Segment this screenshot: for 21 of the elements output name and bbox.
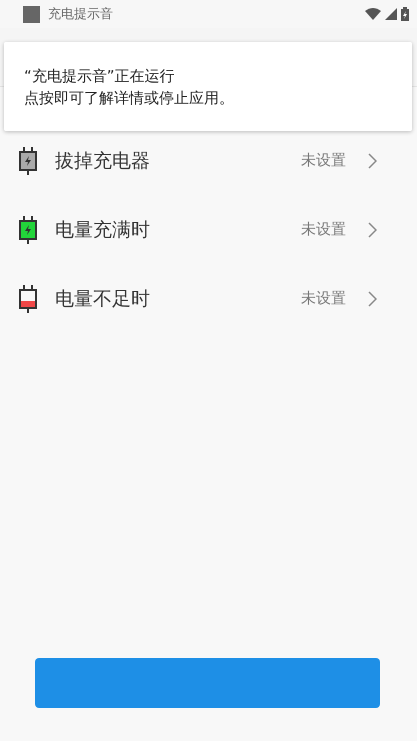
setting-label[interactable]: 拔掉充电器 [55, 148, 301, 174]
setting-value: 未设置 [301, 220, 346, 239]
battery-icon [18, 216, 38, 244]
battery-icon [18, 284, 38, 312]
setting-value: 未设置 [301, 289, 346, 308]
notification-title: “充电提示音”正在运行 [24, 66, 176, 87]
chevron-icon [368, 152, 377, 168]
notification-card[interactable]: “充电提示音”正在运行 点按即可了解详情或停止应用。 [4, 42, 412, 131]
setting-label[interactable]: 电量不足时 [55, 286, 301, 312]
setting-label[interactable]: 电量充满时 [55, 216, 301, 242]
battery-icon [18, 146, 38, 174]
notification-text: 点按即可了解详情或停止应用。 [24, 88, 235, 109]
setting-value: 未设置 [301, 151, 346, 170]
app-icon [23, 6, 40, 22]
notification-app-title: 充电提示音 [48, 6, 114, 23]
wifi-icon [365, 8, 381, 20]
bottom-button[interactable] [35, 658, 380, 708]
signal-icon [385, 8, 397, 20]
chevron-icon [368, 222, 377, 238]
chevron-icon [368, 290, 377, 306]
battery-icon [401, 7, 409, 21]
